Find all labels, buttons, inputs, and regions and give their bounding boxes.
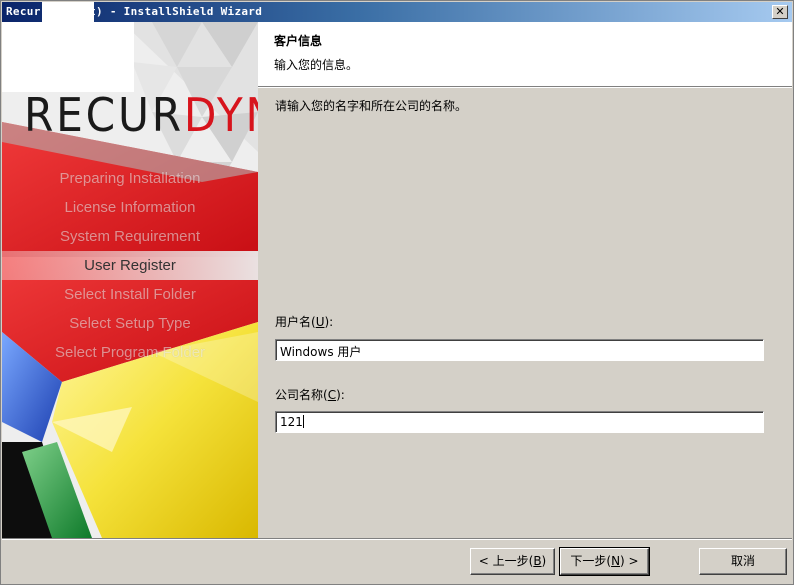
step-user-register: User Register	[2, 251, 258, 280]
title-bar[interactable]: Recur (64-bit) - InstallShield Wizard ✕	[2, 2, 792, 22]
footer-divider-highlight	[2, 539, 792, 540]
step-select-program-folder: Select Program Folder	[54, 344, 206, 361]
installer-window: Recur (64-bit) - InstallShield Wizard ✕	[0, 0, 794, 585]
recurdyn-logo: RECURDYN	[24, 88, 258, 142]
step-preparing-installation: Preparing Installation	[59, 170, 201, 187]
instruction-text: 请输入您的名字和所在公司的名称。	[275, 99, 468, 113]
back-button[interactable]: < 上一步(B)	[470, 548, 555, 575]
wizard-header: 客户信息 输入您的信息。	[258, 22, 792, 88]
step-system-requirement: System Requirement	[59, 228, 201, 245]
next-button[interactable]: 下一步(N) >	[559, 547, 650, 576]
page-title: 客户信息	[274, 34, 323, 48]
logo-redaction	[2, 22, 134, 92]
title-redaction	[42, 2, 94, 22]
step-list: Preparing Installation License Informati…	[2, 164, 258, 367]
company-name-label: 公司名称(C):	[275, 388, 345, 402]
company-name-input[interactable]: 121	[275, 411, 764, 433]
close-icon: ✕	[775, 5, 785, 18]
user-name-input[interactable]: Windows 用户	[275, 339, 764, 361]
step-license-information: License Information	[64, 199, 196, 216]
step-select-setup-type: Select Setup Type	[69, 315, 191, 332]
close-button[interactable]: ✕	[772, 5, 788, 19]
company-name-value: 121	[280, 415, 303, 429]
user-name-value: Windows 用户	[280, 345, 362, 359]
user-name-label: 用户名(U):	[275, 315, 334, 329]
page-subtitle: 输入您的信息。	[274, 58, 359, 72]
text-caret	[302, 415, 304, 428]
step-select-install-folder: Select Install Folder	[64, 286, 196, 303]
cancel-button[interactable]: 取消	[699, 548, 787, 575]
side-banner: RECURDYN Preparing Installation License …	[2, 22, 258, 538]
